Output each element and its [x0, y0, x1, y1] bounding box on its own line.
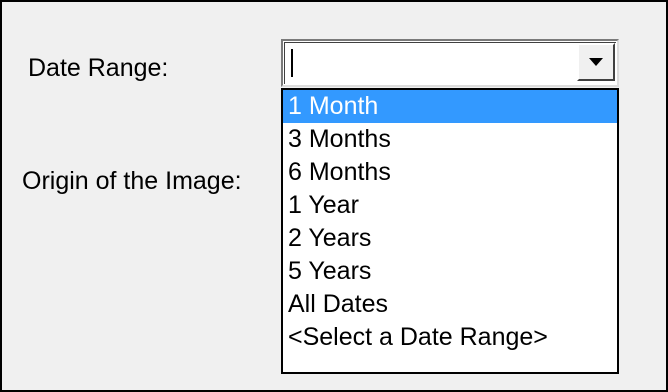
option-1-year[interactable]: 1 Year — [283, 189, 617, 222]
chevron-down-icon — [589, 58, 603, 66]
option-6-months[interactable]: 6 Months — [283, 156, 617, 189]
date-range-combobox[interactable] — [281, 39, 619, 87]
text-caret — [291, 49, 293, 77]
option-5-years[interactable]: 5 Years — [283, 255, 617, 288]
filter-dialog: Date Range: Origin of the Image: 1 Month… — [0, 0, 668, 392]
option-1-month[interactable]: 1 Month — [283, 90, 617, 123]
option-3-months[interactable]: 3 Months — [283, 123, 617, 156]
origin-of-image-label: Origin of the Image: — [22, 167, 242, 195]
option-2-years[interactable]: 2 Years — [283, 222, 617, 255]
option-all-dates[interactable]: All Dates — [283, 288, 617, 321]
date-range-dropdown-button[interactable] — [577, 43, 615, 81]
option-select-a-date-range[interactable]: <Select a Date Range> — [283, 321, 617, 354]
date-range-label: Date Range: — [28, 54, 169, 82]
date-range-options-list[interactable]: 1 Month 3 Months 6 Months 1 Year 2 Years… — [281, 88, 619, 374]
date-range-input-frame — [284, 42, 616, 84]
